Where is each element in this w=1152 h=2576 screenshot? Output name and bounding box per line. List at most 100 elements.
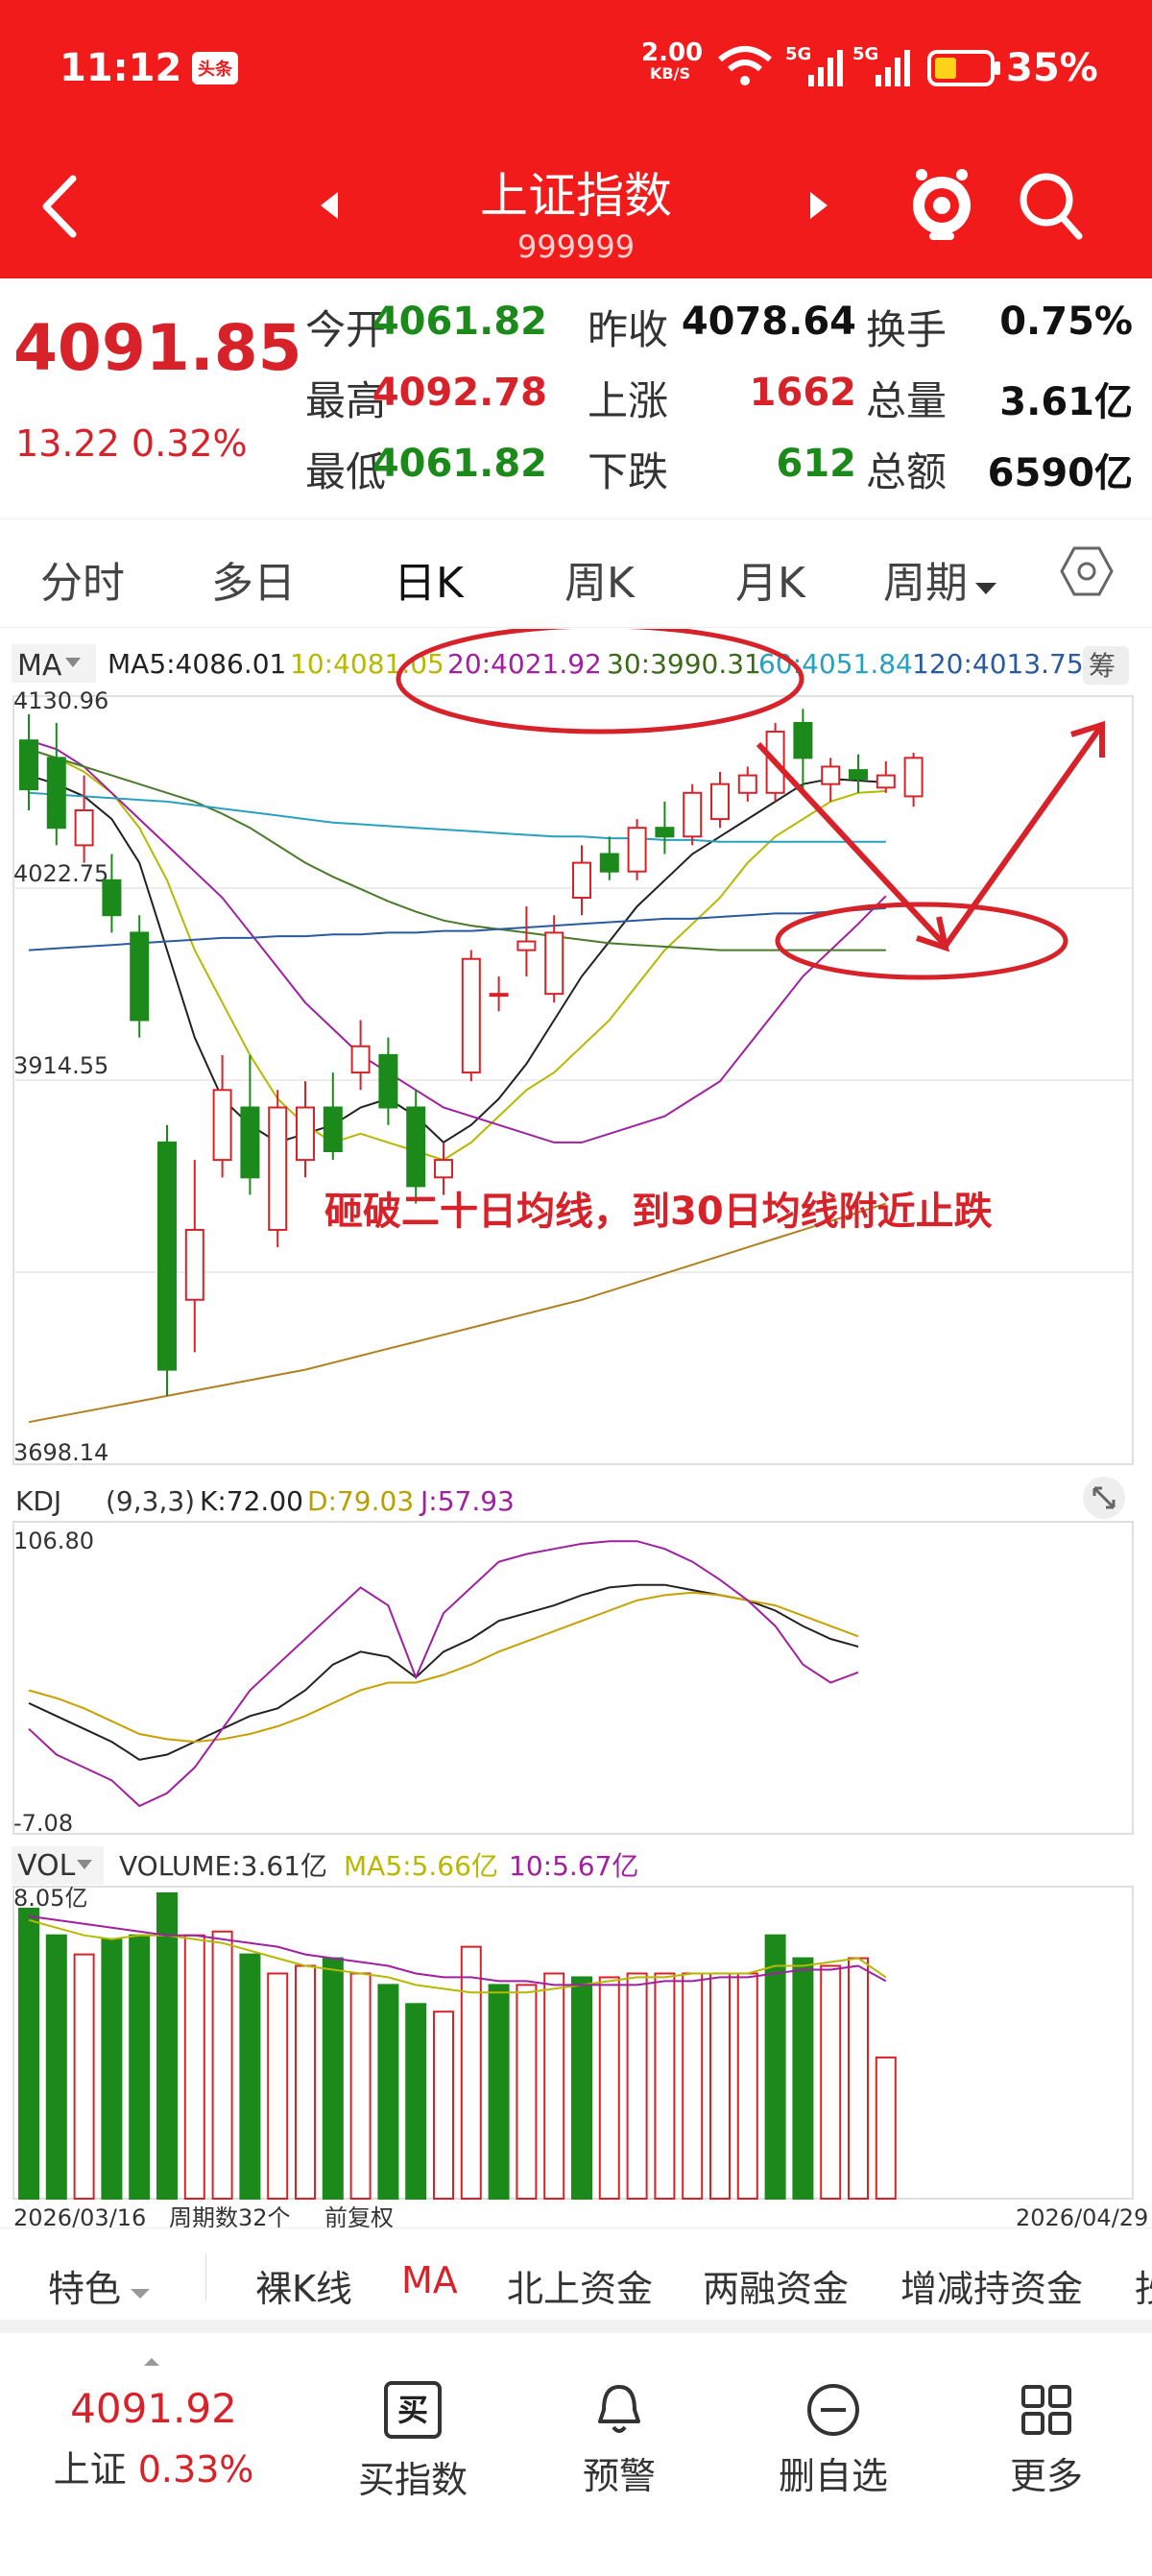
volume-bar	[156, 1891, 178, 2200]
kdj-line-K	[28, 1583, 859, 1761]
quote-value: 4078.64	[681, 300, 856, 344]
price-axis-bottom: 3698.14	[13, 1439, 108, 1466]
indicator-naked-k[interactable]: 裸K线	[255, 2259, 352, 2312]
current-price: 4091.85	[13, 311, 302, 385]
wifi-icon	[718, 46, 772, 85]
price-axis-mid1: 4022.75	[13, 860, 108, 887]
price-axis-top: 4130.96	[13, 687, 108, 714]
candle-body	[572, 861, 591, 900]
search-icon[interactable]	[1018, 169, 1085, 242]
volume-bar	[377, 1984, 399, 2201]
volume-bar	[488, 1984, 510, 2201]
candle-body	[268, 1106, 288, 1231]
quote-value: 4061.82	[372, 442, 547, 486]
remove-watchlist-button[interactable]: 删自选	[766, 2381, 900, 2499]
volume-bar	[598, 1976, 620, 2201]
candle-body	[19, 739, 38, 791]
buy-icon: 买	[384, 2381, 442, 2439]
quote-label: 总量	[866, 377, 948, 424]
buy-index-button[interactable]: 买 买指数	[346, 2381, 480, 2503]
separator	[0, 2320, 1152, 2333]
volume-bar	[129, 1934, 151, 2200]
annotation-ellipse-legend	[396, 629, 804, 734]
bell-icon	[598, 2385, 640, 2433]
volume-bar	[571, 1976, 592, 2201]
volume-bar	[460, 1945, 482, 2201]
candle-body	[378, 1053, 398, 1109]
quote-value: 612	[776, 442, 857, 486]
kline-chart[interactable]: MA MA5:4086.01 10:4081.05 20:4021.92 30:3990…	[0, 629, 1152, 2247]
settings-hexagon-icon[interactable]	[1060, 544, 1114, 598]
tab-monthly-k[interactable]: 月K	[735, 548, 805, 610]
app-badge-icon: 头条	[192, 52, 238, 84]
indicator-ma[interactable]: MA	[401, 2259, 458, 2301]
bottom-bar: 4091.92 上证 0.33% 买 买指数 预警 删自选 更多	[0, 2333, 1152, 2576]
indicator-margin[interactable]: 两融资金	[703, 2259, 849, 2312]
indicator-northbound[interactable]: 北上资金	[507, 2259, 653, 2312]
volume-bar	[875, 2056, 897, 2201]
candle-body	[903, 757, 924, 798]
volume-bar	[322, 1957, 344, 2200]
alert-button[interactable]: 预警	[552, 2381, 686, 2499]
volume-bar	[682, 1972, 704, 2200]
next-stock-icon[interactable]	[808, 190, 829, 221]
chip-distribution-button: 筹	[1089, 650, 1116, 682]
ma-line-ma60	[28, 791, 886, 843]
volume-bar	[820, 1964, 842, 2200]
annotation-text: 砸破二十日均线，到30日均线附近止跌	[324, 1190, 993, 1234]
volume-bar	[211, 1930, 233, 2200]
ma-line-ma120	[28, 906, 886, 951]
quote-label: 昨收	[588, 306, 669, 353]
volume-bar	[736, 1972, 758, 2200]
index-ticker[interactable]: 4091.92 上证 0.33%	[29, 2385, 278, 2492]
ma-line-ma10	[28, 748, 886, 1162]
candle-body	[74, 808, 94, 847]
tab-multi-day[interactable]: 多日	[211, 548, 296, 610]
tab-weekly-k[interactable]: 周K	[564, 548, 635, 610]
ma-selector-label: MA	[17, 649, 62, 683]
prev-stock-icon[interactable]	[319, 190, 340, 221]
candle-body	[793, 721, 813, 759]
tab-intraday[interactable]: 分时	[40, 548, 125, 610]
candle-body	[240, 1106, 260, 1179]
divider	[205, 2253, 206, 2301]
volume-bar	[267, 1972, 289, 2200]
indicator-more[interactable]: 抄	[1135, 2259, 1152, 2312]
ma-legend-ma120: 120:4013.75	[912, 648, 1084, 680]
volume-bar	[516, 1984, 538, 2201]
assistant-mascot-icon[interactable]	[908, 165, 975, 242]
title-block: 上证指数 999999	[384, 157, 768, 265]
kdj-params: (9,3,3)	[106, 1485, 195, 1517]
signal-bars-icon	[808, 50, 843, 86]
tab-period[interactable]: 周期	[883, 548, 998, 610]
indicator-holdings[interactable]: 增减持资金	[900, 2259, 1083, 2312]
candle-body	[102, 879, 122, 917]
candle-body	[737, 774, 757, 794]
kdj-k-value: K:72.00	[200, 1485, 303, 1517]
kdj-panel-frame	[12, 1521, 1134, 1835]
tab-daily-k[interactable]: 日K	[394, 548, 464, 610]
volume-bar	[239, 1953, 261, 2201]
volume-bar	[349, 1972, 372, 2200]
candle-body	[323, 1106, 343, 1153]
period-tabs: 分时 多日 日K 周K 月K 周期	[0, 518, 1152, 628]
candle-body	[599, 853, 619, 873]
vol-label: VOL	[17, 1849, 76, 1883]
quote-value: 4092.78	[372, 371, 547, 415]
back-icon[interactable]	[38, 173, 81, 240]
quote-value: 1662	[749, 371, 856, 415]
more-button[interactable]: 更多	[979, 2381, 1114, 2499]
expand-up-icon[interactable]	[142, 2356, 161, 2368]
candle-body	[461, 957, 481, 1074]
net-speed: 2.00 KB/S	[641, 38, 704, 83]
candle-body	[683, 791, 703, 838]
volume-bar	[45, 1934, 67, 2200]
battery-icon	[927, 50, 1000, 86]
quote-value: 6590亿	[987, 451, 1133, 495]
volume-bar	[73, 1953, 95, 2201]
feature-menu[interactable]: 特色	[48, 2259, 152, 2312]
candle-body	[876, 774, 896, 789]
chevron-down-icon	[131, 2289, 151, 2299]
status-time: 11:12	[60, 46, 182, 90]
ma-legend-ma60: 60:4051.84	[758, 648, 913, 680]
